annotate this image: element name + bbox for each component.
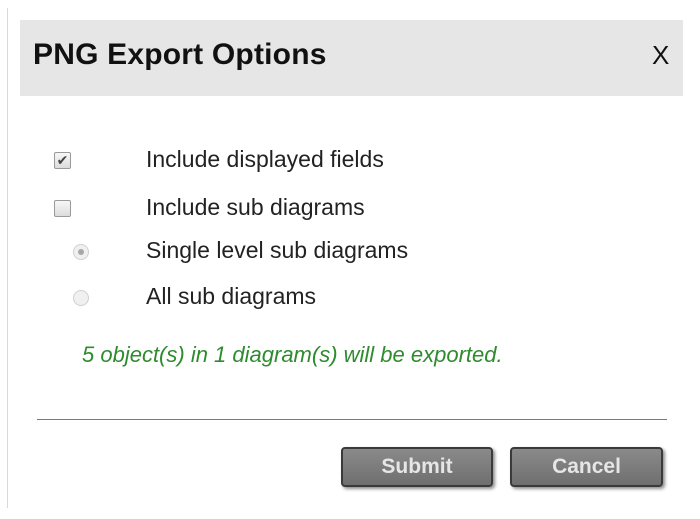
option-include-displayed-fields[interactable]: ✔ Include displayed fields: [20, 144, 660, 178]
include-sub-diagrams-label: Include sub diagrams: [146, 194, 365, 220]
include-sub-diagrams-checkbox[interactable]: [54, 200, 71, 217]
single-level-sub-diagrams-label: Single level sub diagrams: [146, 237, 409, 263]
dialog-left-edge: [7, 8, 8, 508]
include-displayed-fields-checkbox[interactable]: ✔: [54, 152, 71, 169]
all-sub-diagrams-radio[interactable]: [73, 290, 89, 306]
include-displayed-fields-label: Include displayed fields: [146, 146, 384, 172]
close-button[interactable]: X: [652, 40, 669, 71]
option-all-sub-diagrams[interactable]: All sub diagrams: [20, 281, 660, 315]
cancel-button[interactable]: Cancel: [510, 447, 663, 487]
option-single-level-sub-diagrams[interactable]: Single level sub diagrams: [20, 235, 660, 269]
option-include-sub-diagrams[interactable]: Include sub diagrams: [20, 192, 660, 226]
single-level-sub-diagrams-radio[interactable]: [73, 244, 89, 260]
png-export-dialog: PNG Export Options X ✔ Include displayed…: [20, 20, 683, 490]
all-sub-diagrams-label: All sub diagrams: [146, 283, 317, 309]
checkmark-icon: ✔: [56, 152, 69, 168]
radio-selected-dot: [78, 249, 84, 255]
submit-button[interactable]: Submit: [341, 447, 493, 487]
footer-divider: [37, 419, 667, 420]
export-status-message: 5 object(s) in 1 diagram(s) will be expo…: [82, 342, 503, 367]
dialog-titlebar: PNG Export Options X: [20, 20, 683, 96]
dialog-title: PNG Export Options: [33, 38, 327, 71]
